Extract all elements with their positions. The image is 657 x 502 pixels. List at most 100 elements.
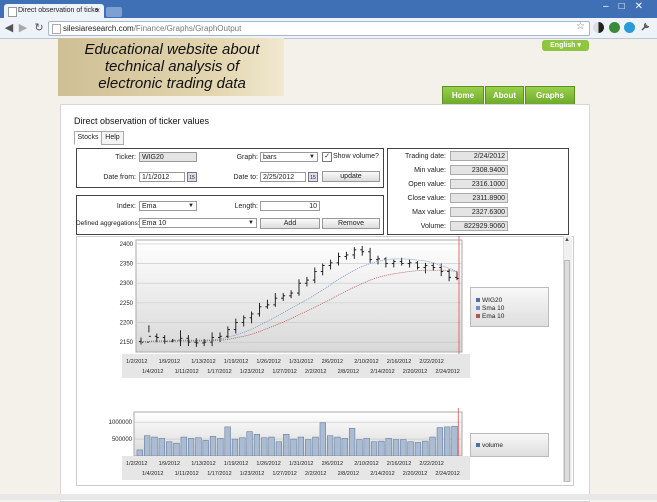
x-tick-label: 2/10/2012 [354,359,378,365]
stat-open-label: Open value: [408,181,446,188]
volume-bar [334,436,341,457]
show-volume-label: Show volume? [333,153,379,160]
nav-about-button[interactable]: About [485,86,524,106]
back-arrow-icon[interactable]: ◀ [3,22,15,34]
language-selector[interactable]: English ▾ [542,40,589,51]
stat-close-value: 2311.8900 [450,193,508,203]
new-tab-button[interactable] [106,7,122,17]
x-tick-label: 2/16/2012 [387,359,411,365]
extension-green-icon[interactable] [609,22,620,33]
x-tick-label: 1/9/2012 [159,461,180,467]
y-tick-label: 1000000 [109,420,133,426]
skype-icon[interactable] [624,22,635,33]
legend-swatch [476,314,480,319]
browser-toolbar: ◀ ▶ ↻ silesiaresearch.com/Finance/Graphs… [0,18,657,39]
window-bottom-bar [0,494,657,500]
window-controls[interactable]: –□✕ [603,1,653,12]
reload-icon[interactable]: ↻ [33,22,45,34]
ticker-field[interactable]: WIG20 [139,152,197,162]
volume-chart: 500000 1000000 1/2/2012 1/9/2012 1/13/2012 1… [109,408,470,480]
stat-volume-label: Volume: [420,223,446,230]
browser-tab-strip: Direct observation of ticke × –□✕ [0,0,657,18]
graph-label: Graph: [236,154,258,161]
y-tick-label: 2400 [120,242,134,248]
volume-bar [444,426,451,457]
legend-item-wig20: WIG20 [476,297,502,304]
forward-arrow-icon[interactable]: ▶ [17,22,29,34]
header-line-1: Educational website about [84,41,260,58]
volume-bar [173,442,180,457]
chevron-down-icon: ▼ [309,154,315,160]
volume-bar [253,434,261,457]
volume-bar [414,442,422,457]
stat-max-label: Max value: [412,209,446,216]
remove-button[interactable]: Remove [322,218,380,229]
legend-swatch [476,306,480,311]
volume-bar [451,425,458,457]
volume-bar [297,436,304,457]
language-label: English [550,42,576,49]
volume-bar [209,436,217,457]
index-select[interactable]: Ema ▼ [139,201,197,211]
volume-bar [348,427,356,457]
x-tick-label: 1/17/2012 [207,471,231,477]
length-label: Length: [234,203,258,210]
aggregation-panel [76,195,384,235]
stat-min-value: 2308.9400 [450,165,508,175]
volume-bar [180,436,187,457]
volume-bar [290,438,297,457]
x-tick-label: 1/31/2012 [289,359,313,365]
volume-bar [187,438,195,457]
tab-help[interactable]: Help [101,131,124,145]
volume-bar [429,436,436,457]
x-tick-label: 2/24/2012 [435,471,459,477]
browser-tab[interactable]: Direct observation of ticke × [4,4,104,18]
length-input[interactable]: 10 [260,201,320,211]
close-tab-icon[interactable]: × [95,4,100,18]
aggregations-select[interactable]: Ema 10 ▼ [139,218,257,228]
nav-home-button[interactable]: Home [442,86,484,106]
chart-scrollbar-thumb[interactable] [564,260,570,482]
legend-label: WIG20 [482,297,503,304]
y-tick-label: 2300 [120,281,134,287]
volume-bar [217,438,224,457]
address-bar[interactable]: silesiaresearch.com/Finance/Graphs/Graph… [48,21,590,36]
x-tick-label: 2/14/2012 [370,471,394,477]
volume-bar [151,436,158,457]
volume-bar [356,439,363,457]
add-button[interactable]: Add [260,218,320,229]
extension-icon[interactable] [593,22,604,33]
stat-max-value: 2327.6300 [450,207,508,217]
nav-graphs-button[interactable]: Graphs [525,86,575,106]
graph-select[interactable]: bars ▼ [260,152,318,162]
x-tick-label: 2/20/2012 [403,369,427,375]
volume-bar [202,440,209,457]
legend-item-sma: Sma 10 [476,305,504,312]
date-from-calendar-icon[interactable]: 15 [187,172,197,182]
volume-bar [370,441,378,457]
x-tick-label: 1/4/2012 [142,471,163,477]
tab-stocks[interactable]: Stocks [74,131,102,145]
volume-bar [407,441,414,457]
wrench-menu-icon[interactable] [640,22,650,32]
date-to-calendar-icon[interactable]: 15 [308,172,318,182]
date-to-label: Date to: [233,174,258,181]
stat-min-label: Min value: [414,167,446,174]
bookmark-star-icon[interactable]: ☆ [576,21,585,32]
scroll-up-arrow-icon[interactable]: ▲ [564,237,570,243]
x-tick-label: 1/23/2012 [240,369,264,375]
page-favicon-icon [8,7,17,17]
x-tick-label: 1/23/2012 [240,471,264,477]
date-from-input[interactable]: 1/1/2012 [139,172,185,182]
index-select-value: Ema [142,203,157,210]
url-path: /Finance/Graphs/GraphOutput [133,24,242,33]
volume-bar [231,438,239,457]
chevron-down-icon: ▼ [248,220,254,226]
x-tick-label: 2/16/2012 [387,461,411,467]
site-header-title: Educational website about technical anal… [62,41,282,92]
volume-bar [327,435,334,457]
volume-bar [283,434,290,457]
update-button[interactable]: update [322,171,380,182]
date-to-input[interactable]: 2/25/2012 [260,172,306,182]
show-volume-checkbox[interactable]: ✓ [322,152,332,162]
